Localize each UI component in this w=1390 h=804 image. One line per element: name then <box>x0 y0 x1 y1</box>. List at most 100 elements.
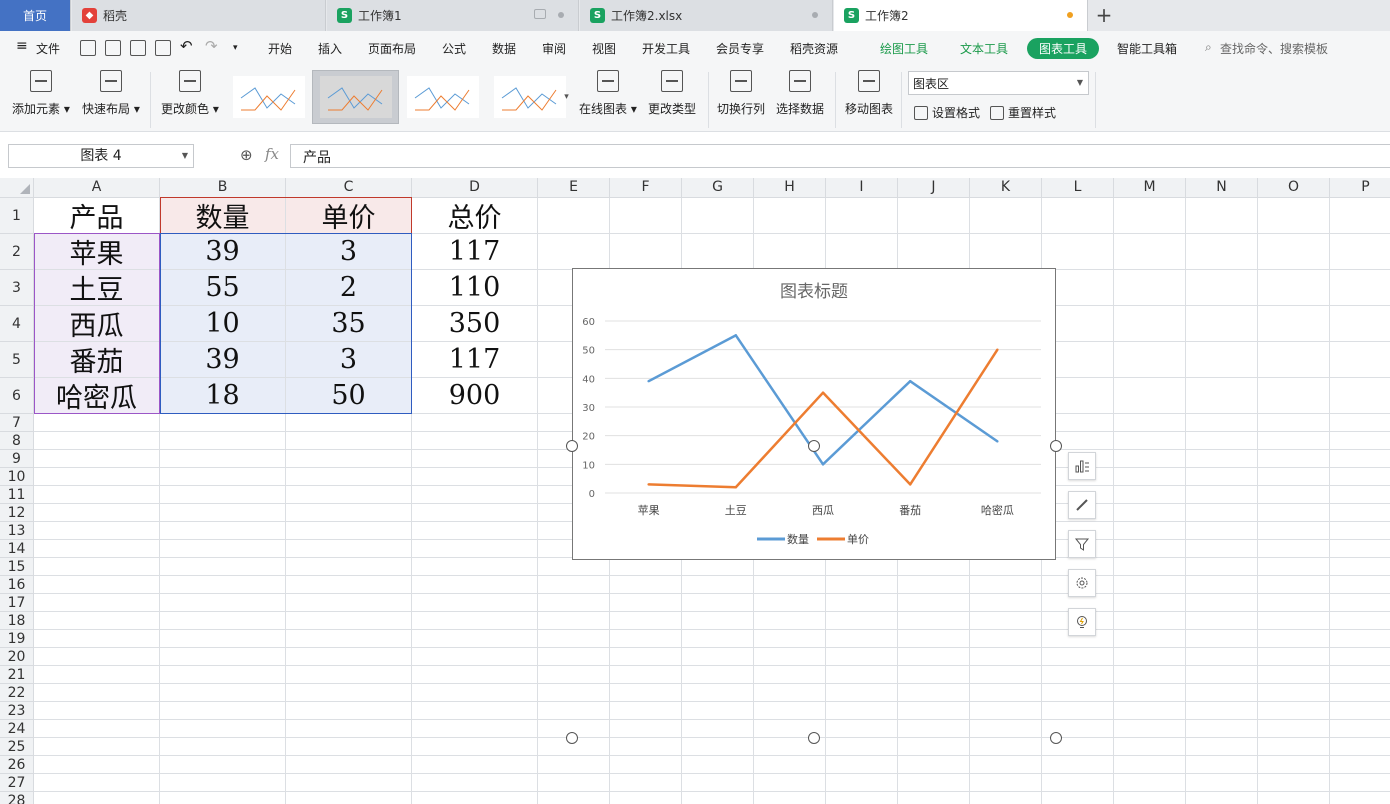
grid-cell[interactable] <box>286 630 412 648</box>
print-icon[interactable] <box>130 40 146 56</box>
grid-cell[interactable] <box>1114 774 1186 792</box>
grid-cell[interactable] <box>610 576 682 594</box>
grid-cell[interactable] <box>1258 468 1330 486</box>
grid-cell[interactable] <box>160 792 286 804</box>
chart-settings-button[interactable] <box>1068 569 1096 597</box>
row-header[interactable]: 20 <box>0 648 34 666</box>
resize-handle[interactable] <box>808 732 820 744</box>
change-type-button[interactable]: 更改类型 <box>648 70 696 117</box>
menu-view[interactable]: 视图 <box>592 40 616 57</box>
tab-workbook1[interactable]: S 工作簿1 <box>327 0 579 31</box>
grid-cell[interactable]: 117 <box>412 234 538 270</box>
grid-cell[interactable]: 39 <box>160 234 286 270</box>
grid-cell[interactable] <box>160 468 286 486</box>
grid-cell[interactable] <box>826 648 898 666</box>
resize-handle[interactable] <box>1050 440 1062 452</box>
grid-cell[interactable] <box>610 666 682 684</box>
grid-cell[interactable] <box>1114 270 1186 306</box>
grid-cell[interactable] <box>1258 594 1330 612</box>
grid-cell[interactable] <box>1114 756 1186 774</box>
quick-layout-button[interactable]: 快速布局 ▾ <box>82 70 140 117</box>
grid-cell[interactable] <box>610 648 682 666</box>
grid-cell[interactable] <box>538 666 610 684</box>
grid-cell[interactable] <box>538 684 610 702</box>
tab-docer[interactable]: ◆ 稻壳 <box>72 0 326 31</box>
grid-cell[interactable] <box>34 684 160 702</box>
grid-cell[interactable] <box>1114 558 1186 576</box>
grid-cell[interactable] <box>286 774 412 792</box>
grid-cell[interactable] <box>682 594 754 612</box>
grid-cell[interactable] <box>754 684 826 702</box>
grid-cell[interactable] <box>160 666 286 684</box>
grid-cell[interactable] <box>826 720 898 738</box>
grid-cell[interactable] <box>412 666 538 684</box>
column-header[interactable]: K <box>970 178 1042 198</box>
menu-formula[interactable]: 公式 <box>442 40 466 57</box>
grid-cell[interactable] <box>1258 612 1330 630</box>
grid-cell[interactable] <box>160 576 286 594</box>
grid-cell[interactable] <box>682 774 754 792</box>
row-header[interactable]: 24 <box>0 720 34 738</box>
grid-cell[interactable]: 土豆 <box>34 270 160 306</box>
grid-cell[interactable] <box>610 630 682 648</box>
grid-cell[interactable] <box>1042 198 1114 234</box>
grid-cell[interactable] <box>34 666 160 684</box>
grid-cell[interactable] <box>970 702 1042 720</box>
grid-cell[interactable] <box>412 738 538 756</box>
grid-cell[interactable] <box>286 666 412 684</box>
grid-cell[interactable] <box>1330 468 1390 486</box>
column-header[interactable]: B <box>160 178 286 198</box>
grid-cell[interactable] <box>1258 576 1330 594</box>
grid-cell[interactable] <box>898 774 970 792</box>
grid-cell[interactable] <box>34 450 160 468</box>
grid-cell[interactable] <box>538 594 610 612</box>
grid-cell[interactable] <box>160 558 286 576</box>
grid-cell[interactable] <box>1186 270 1258 306</box>
menu-page-layout[interactable]: 页面布局 <box>368 40 416 57</box>
grid-cell[interactable] <box>1186 612 1258 630</box>
grid-cell[interactable] <box>1258 702 1330 720</box>
column-header[interactable]: J <box>898 178 970 198</box>
grid-cell[interactable] <box>1114 720 1186 738</box>
grid-cell[interactable] <box>286 540 412 558</box>
grid-cell[interactable] <box>160 450 286 468</box>
grid-cell[interactable] <box>160 522 286 540</box>
grid-cell[interactable] <box>1114 702 1186 720</box>
grid-cell[interactable] <box>1330 630 1390 648</box>
grid-cell[interactable] <box>1186 486 1258 504</box>
grid-cell[interactable] <box>286 756 412 774</box>
row-header[interactable]: 7 <box>0 414 34 432</box>
grid-cell[interactable] <box>826 792 898 804</box>
grid-cell[interactable] <box>286 558 412 576</box>
grid-cell[interactable] <box>1186 774 1258 792</box>
grid-cell[interactable] <box>1258 540 1330 558</box>
grid-cell[interactable] <box>1330 522 1390 540</box>
grid-cell[interactable] <box>34 540 160 558</box>
grid-cell[interactable] <box>1330 684 1390 702</box>
row-header[interactable]: 14 <box>0 540 34 558</box>
grid-cell[interactable] <box>1258 432 1330 450</box>
menu-drawing-tools[interactable]: 绘图工具 <box>880 40 928 57</box>
grid-cell[interactable] <box>286 702 412 720</box>
grid-cell[interactable] <box>1114 648 1186 666</box>
grid-cell[interactable] <box>970 666 1042 684</box>
grid-cell[interactable] <box>1114 342 1186 378</box>
grid-cell[interactable] <box>682 612 754 630</box>
grid-cell[interactable]: 117 <box>412 342 538 378</box>
grid-cell[interactable] <box>826 234 898 270</box>
grid-cell[interactable] <box>898 576 970 594</box>
grid-cell[interactable] <box>1186 684 1258 702</box>
grid-cell[interactable] <box>412 702 538 720</box>
grid-cell[interactable] <box>682 576 754 594</box>
grid-cell[interactable]: 900 <box>412 378 538 414</box>
grid-cell[interactable] <box>34 468 160 486</box>
row-header[interactable]: 5 <box>0 342 34 378</box>
grid-cell[interactable] <box>34 792 160 804</box>
grid-cell[interactable] <box>826 684 898 702</box>
grid-cell[interactable] <box>1258 684 1330 702</box>
formula-input[interactable]: 产品 <box>290 144 1390 168</box>
grid-cell[interactable] <box>1114 630 1186 648</box>
select-all-corner[interactable] <box>0 178 34 198</box>
grid-cell[interactable] <box>1330 306 1390 342</box>
grid-cell[interactable] <box>1258 342 1330 378</box>
